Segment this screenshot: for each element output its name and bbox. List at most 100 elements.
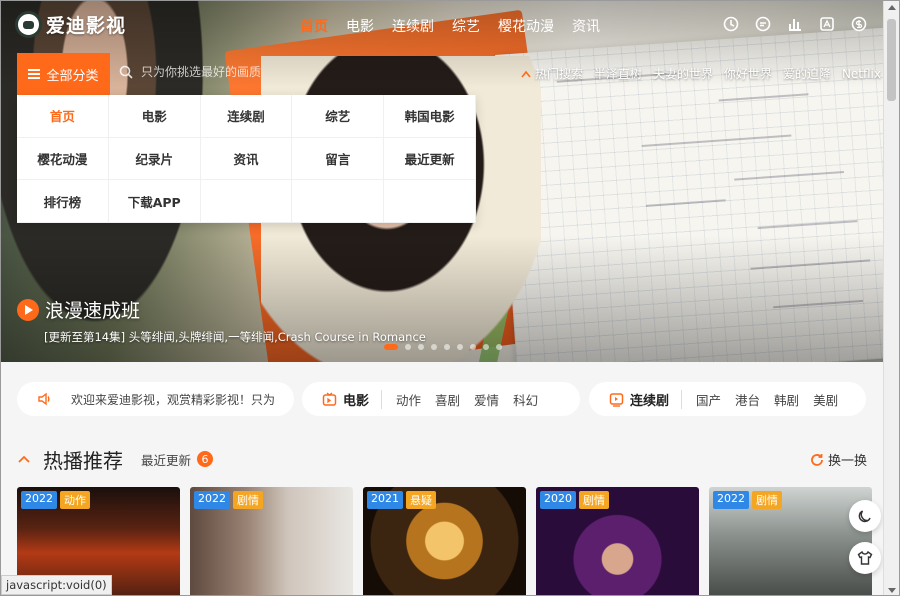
hot-search: 热门搜索 半泽直树 夫妻的世界 你好世界 爱的迫降 Netflix	[521, 65, 881, 82]
moon-icon	[858, 510, 871, 523]
banner-title[interactable]: 浪漫速成班	[45, 296, 140, 323]
series-category-label[interactable]: 连续剧	[609, 389, 683, 409]
dropdown-empty-cell	[292, 180, 385, 223]
card-tags: 2020 剧情	[540, 491, 609, 509]
shirt-icon	[857, 550, 873, 565]
movie-category-bar: 电影 动作 喜剧 爱情 科幻	[302, 382, 580, 416]
hot-search-item[interactable]: Netflix	[842, 67, 881, 81]
year-tag: 2022	[713, 491, 749, 509]
series-category-domestic[interactable]: 国产	[696, 390, 721, 409]
series-category-us[interactable]: 美剧	[813, 390, 838, 409]
money-icon[interactable]	[851, 16, 867, 32]
notice-bar: 欢迎来爱迪影视，观赏精彩影视！只为	[17, 382, 294, 416]
genre-tag: 悬疑	[406, 491, 436, 509]
carousel-dot[interactable]	[418, 344, 424, 350]
update-count-badge: 6	[197, 451, 214, 467]
dropdown-item-variety[interactable]: 综艺	[292, 95, 385, 138]
scrollbar-thumb[interactable]	[887, 19, 896, 101]
clock-icon[interactable]	[723, 16, 739, 32]
movie-card[interactable]: 2022 剧情	[190, 487, 353, 595]
nav-home[interactable]: 首页	[291, 16, 337, 36]
carousel-dot[interactable]	[405, 344, 411, 350]
nav-anime[interactable]: 樱花动漫	[489, 16, 563, 36]
movie-category-romance[interactable]: 爱情	[474, 390, 499, 409]
search-input[interactable]: 只为你挑选最好的画质	[141, 63, 261, 80]
speaker-icon	[38, 392, 50, 406]
nav-news[interactable]: 资讯	[563, 16, 609, 36]
search-icon	[119, 65, 133, 79]
nav-icons	[723, 16, 867, 32]
carousel-dot[interactable]	[431, 344, 437, 350]
recent-updates-link[interactable]: 最近更新 6	[141, 450, 214, 469]
series-category-korean[interactable]: 韩剧	[774, 390, 799, 409]
dropdown-item-anime[interactable]: 樱花动漫	[17, 137, 109, 181]
hot-search-label: 热门搜索	[534, 67, 583, 81]
card-tags: 2022 动作	[21, 491, 90, 509]
movie-card[interactable]: 2021 悬疑	[363, 487, 526, 595]
theme-button[interactable]	[849, 542, 881, 574]
dropdown-item-movies[interactable]: 电影	[108, 95, 201, 138]
refresh-label: 换一换	[827, 454, 867, 469]
nav-movies[interactable]: 电影	[337, 16, 383, 36]
dropdown-item-recent[interactable]: 最近更新	[384, 137, 476, 181]
carousel-dot[interactable]	[457, 344, 463, 350]
chart-icon[interactable]	[787, 16, 803, 32]
main-nav: 首页 电影 连续剧 综艺 樱花动漫 资讯	[291, 16, 609, 36]
genre-tag: 动作	[60, 491, 90, 509]
dropdown-item-news[interactable]: 资讯	[200, 137, 293, 181]
genre-tag: 剧情	[579, 491, 609, 509]
year-tag: 2022	[194, 491, 230, 509]
play-icon[interactable]	[17, 298, 39, 321]
banner-title-row: 浪漫速成班	[17, 296, 426, 323]
chat-icon[interactable]	[755, 16, 771, 32]
movie-category-action[interactable]: 动作	[396, 390, 421, 409]
carousel-dots	[384, 344, 502, 350]
logo-icon	[15, 11, 42, 38]
carousel-dot[interactable]	[496, 344, 502, 350]
dropdown-item-documentary[interactable]: 纪录片	[108, 137, 201, 181]
hot-search-item[interactable]: 夫妻的世界	[653, 65, 713, 82]
search-box[interactable]: 只为你挑选最好的画质	[119, 63, 261, 80]
carousel-dot[interactable]	[470, 344, 476, 350]
dropdown-item-home[interactable]: 首页	[17, 95, 109, 138]
banner-subtitle: [更新至第14集] 头等绯闻,头牌绯闻,一等绯闻,Crash Course in…	[44, 330, 426, 344]
movie-card[interactable]: 2020 剧情	[536, 487, 699, 595]
movie-category-scifi[interactable]: 科幻	[513, 390, 538, 409]
vertical-scrollbar[interactable]	[883, 1, 899, 595]
movie-category-label[interactable]: 电影	[322, 389, 383, 409]
refresh-button[interactable]: 换一换	[810, 450, 867, 469]
scroll-up-arrow[interactable]	[888, 5, 896, 10]
hot-search-item[interactable]: 爱的迫降	[783, 65, 831, 82]
menu-icon	[28, 69, 41, 79]
hot-search-item[interactable]: 你好世界	[724, 65, 772, 82]
refresh-icon	[811, 453, 823, 466]
dark-mode-button[interactable]	[849, 500, 881, 532]
movie-card[interactable]: 2022 剧情	[709, 487, 872, 595]
card-tags: 2022 剧情	[713, 491, 782, 509]
card-tags: 2021 悬疑	[367, 491, 436, 509]
genre-tag: 剧情	[233, 491, 263, 509]
chevron-up-icon[interactable]	[17, 454, 31, 464]
dropdown-item-guestbook[interactable]: 留言	[292, 137, 385, 181]
category-dropdown: 首页 电影 连续剧 综艺 韩国电影 樱花动漫 纪录片 资讯 留言 最近更新 排行…	[17, 95, 476, 223]
app-icon[interactable]	[819, 16, 835, 32]
all-categories-label: 全部分类	[46, 68, 99, 84]
carousel-dot[interactable]	[483, 344, 489, 350]
dropdown-item-ranking[interactable]: 排行榜	[17, 180, 109, 223]
scroll-down-arrow[interactable]	[888, 588, 896, 593]
series-category-hk-tw[interactable]: 港台	[735, 390, 760, 409]
hot-search-label-wrap: 热门搜索	[521, 65, 583, 82]
site-logo[interactable]: 爱迪影视	[15, 11, 126, 38]
carousel-dot[interactable]	[444, 344, 450, 350]
carousel-dot-active[interactable]	[384, 344, 398, 350]
banner-caption[interactable]: 浪漫速成班 [更新至第14集] 头等绯闻,头牌绯闻,一等绯闻,Crash Cou…	[17, 296, 426, 345]
all-categories-button[interactable]: 全部分类	[17, 53, 110, 95]
nav-variety[interactable]: 综艺	[443, 16, 489, 36]
dropdown-item-download-app[interactable]: 下载APP	[108, 180, 201, 223]
nav-series[interactable]: 连续剧	[383, 16, 443, 36]
movie-category-comedy[interactable]: 喜剧	[435, 390, 460, 409]
top-nav: 爱迪影视 首页 电影 连续剧 综艺 樱花动漫 资讯	[1, 1, 885, 51]
dropdown-item-korean-movies[interactable]: 韩国电影	[384, 95, 476, 138]
hot-search-item[interactable]: 半泽直树	[594, 65, 642, 82]
dropdown-item-series[interactable]: 连续剧	[200, 95, 293, 138]
